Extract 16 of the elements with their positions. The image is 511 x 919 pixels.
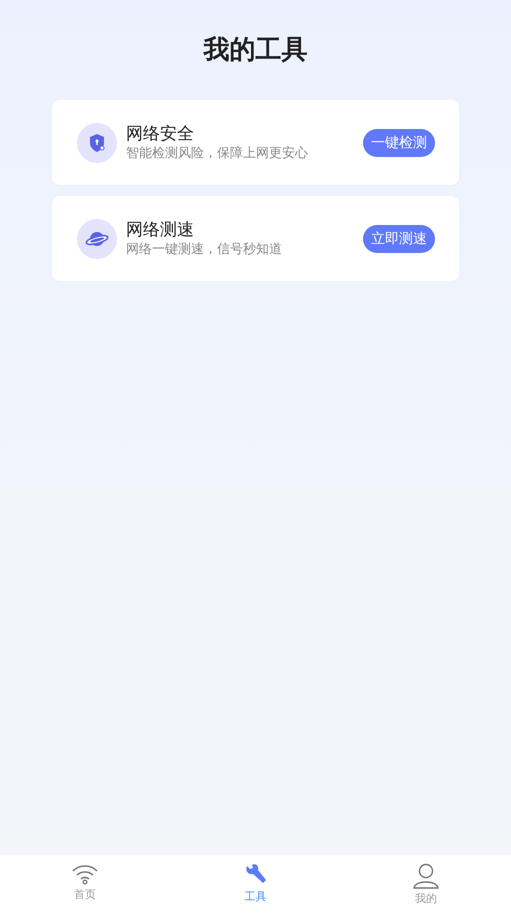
tool-description: 网络一键测速，信号秒知道: [126, 240, 283, 258]
tab-label: 工具: [244, 889, 266, 904]
tab[interactable]: 首页: [0, 855, 170, 919]
tab-label: 我的: [414, 891, 437, 906]
action-button[interactable]: 一键检测: [363, 128, 435, 156]
tab-label: 首页: [74, 887, 96, 902]
tab[interactable]: 工具: [170, 855, 341, 919]
tool-description: 智能检测风险，保障上网更安心: [126, 144, 309, 162]
action-button[interactable]: 立即测速: [363, 224, 435, 252]
person-icon: [412, 863, 439, 889]
page-title: 我的工具: [204, 34, 308, 67]
wifi-icon: [71, 863, 100, 885]
tool-name: 网络安全: [126, 122, 195, 144]
tool-name: 网络测速: [126, 218, 195, 240]
shield-icon: [87, 132, 107, 152]
tab[interactable]: 我的: [340, 855, 511, 919]
